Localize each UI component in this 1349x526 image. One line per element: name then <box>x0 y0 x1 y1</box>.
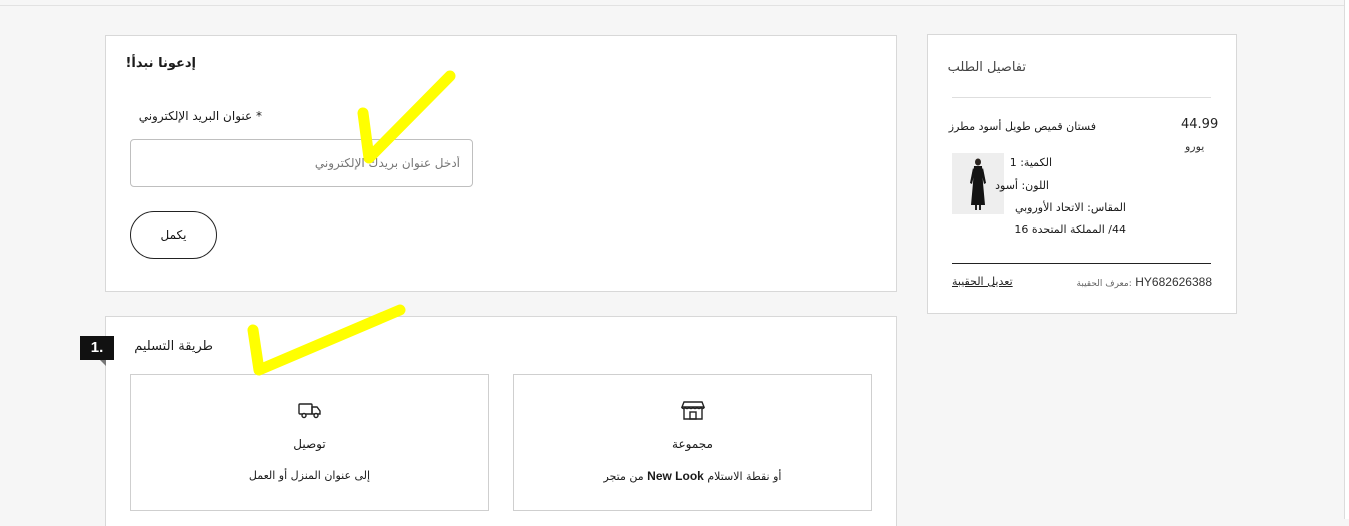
product-price: 44.99 <box>1181 117 1219 132</box>
edit-bag-link[interactable]: تعديل الحقيبة <box>952 275 1013 288</box>
step-badge-tail <box>100 360 106 366</box>
collection-subtitle-pre: أو نقطة الاستلام <box>703 470 782 483</box>
order-summary-title: تفاصيل الطلب <box>947 60 1026 75</box>
delivery-title: طريقة التسليم <box>134 339 213 354</box>
email-step-card: إدعونا نبدأ! * عنوان البريد الإلكتروني ي… <box>105 35 897 292</box>
product-quantity: الكمية: 1 <box>1009 156 1052 169</box>
product-name: فستان قميص طويل أسود مطرز <box>948 120 1096 133</box>
order-summary-card: تفاصيل الطلب 44.99 يورو فستان قميص طويل … <box>927 34 1237 314</box>
collection-title: مجموعة <box>672 437 713 451</box>
scrollbar[interactable] <box>1344 0 1349 519</box>
step-number-badge: 1. <box>80 336 114 360</box>
continue-button[interactable]: يكمل <box>130 211 217 259</box>
home-delivery-subtitle: إلى عنوان المنزل أو العمل <box>248 469 371 482</box>
brand-name: New Look <box>647 469 704 483</box>
store-icon <box>680 399 706 421</box>
summary-bottom-divider <box>952 263 1211 264</box>
product-currency: يورو <box>1185 140 1205 153</box>
summary-divider <box>952 97 1211 98</box>
collection-subtitle: أو نقطة الاستلام New Look من متجر <box>514 469 871 483</box>
collection-option[interactable]: مجموعة أو نقطة الاستلام New Look من متجر <box>513 374 872 511</box>
home-delivery-title: توصيل <box>293 437 326 451</box>
product-size: المقاس: الاتحاد الأوروبي <box>1014 201 1126 214</box>
product-size-uk: 44/ المملكة المتحدة 16 <box>1014 223 1126 236</box>
truck-icon <box>297 399 323 421</box>
login-title: إدعونا نبدأ! <box>125 56 196 71</box>
email-label: * عنوان البريد الإلكتروني <box>138 109 262 123</box>
bag-id-label: معرف الحقيبة: <box>1076 279 1132 289</box>
bag-id-value: HY682626388 <box>1135 275 1212 289</box>
collection-subtitle-post: من متجر <box>603 470 648 483</box>
top-divider <box>0 5 1349 6</box>
email-input[interactable] <box>130 139 473 187</box>
bag-id: معرف الحقيبة: HY682626388 <box>1077 275 1212 289</box>
delivery-method-card: طريقة التسليم توصيل إلى عنوان المنزل أو … <box>105 316 897 526</box>
home-delivery-option[interactable]: توصيل إلى عنوان المنزل أو العمل <box>130 374 489 511</box>
product-color: اللون: أسود <box>995 179 1049 192</box>
